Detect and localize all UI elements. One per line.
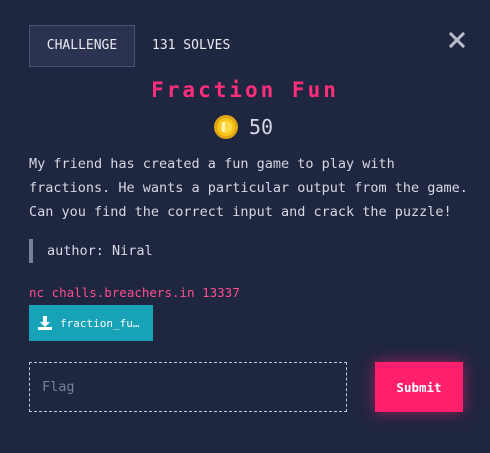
author-note: author: Niral (29, 239, 153, 263)
connection-info: nc challs.breachers.in 13337 (29, 285, 240, 300)
tab-solves[interactable]: 131 SOLVES (152, 25, 230, 67)
download-file-button[interactable]: fraction_fu… (29, 305, 153, 341)
challenge-description: My friend has created a fun game to play… (29, 156, 468, 220)
download-file-label: fraction_fu… (60, 316, 140, 330)
flag-input[interactable] (29, 362, 347, 412)
coin-icon (214, 115, 238, 139)
tab-challenge[interactable]: CHALLENGE (29, 25, 135, 67)
download-icon (38, 316, 52, 330)
points-value: 50 (249, 115, 274, 139)
points-display: 50 (213, 113, 273, 141)
challenge-title: Fraction Fun (151, 78, 339, 102)
submit-button[interactable]: Submit (375, 362, 463, 412)
close-icon[interactable] (446, 29, 468, 51)
